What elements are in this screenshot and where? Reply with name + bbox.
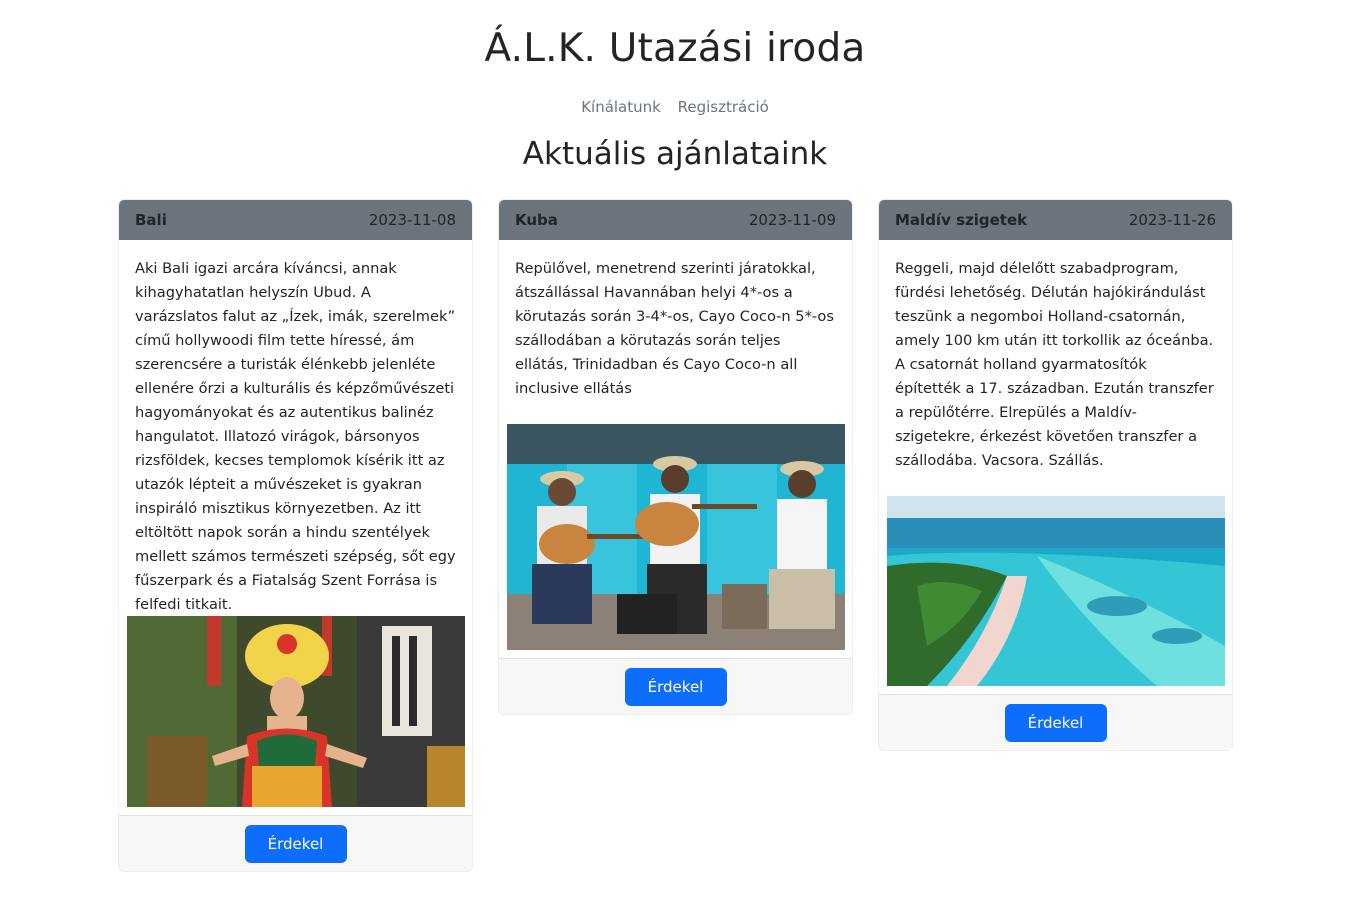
card-body: Reggeli, majd délelőtt szabadprogram, fü… bbox=[879, 240, 1232, 496]
card-date: 2023-11-09 bbox=[748, 211, 836, 229]
site-title: Á.L.K. Utazási iroda bbox=[484, 26, 866, 71]
nav-link-registration[interactable]: Regisztráció bbox=[678, 98, 769, 116]
offer-card-maldives: Maldív szigetek 2023-11-26 Reggeli, majd… bbox=[878, 199, 1233, 751]
card-date: 2023-11-26 bbox=[1128, 211, 1216, 229]
card-description: Aki Bali igazi arcára kíváncsi, annak ki… bbox=[135, 260, 456, 613]
card-body: Aki Bali igazi arcára kíváncsi, annak ki… bbox=[119, 240, 472, 616]
card-destination: Maldív szigetek bbox=[895, 211, 1028, 229]
card-footer: Érdekel bbox=[499, 658, 852, 714]
card-body: Repülővel, menetrend szerinti járatokkal… bbox=[499, 240, 852, 424]
card-header: Kuba 2023-11-09 bbox=[499, 200, 852, 240]
card-header: Maldív szigetek 2023-11-26 bbox=[879, 200, 1232, 240]
offer-card-kuba: Kuba 2023-11-09 Repülővel, menetrend sze… bbox=[498, 199, 853, 715]
card-destination: Kuba bbox=[515, 211, 558, 229]
nav-link-offers[interactable]: Kínálatunk bbox=[581, 98, 661, 116]
offer-card-bali: Bali 2023-11-08 Aki Bali igazi arcára kí… bbox=[118, 199, 473, 872]
cuba-musicians-image bbox=[507, 424, 845, 650]
bali-dancer-image bbox=[127, 616, 465, 807]
interested-button[interactable]: Érdekel bbox=[244, 824, 347, 863]
card-description: Reggeli, majd délelőtt szabadprogram, fü… bbox=[895, 260, 1214, 469]
card-destination: Bali bbox=[135, 211, 167, 229]
card-date: 2023-11-08 bbox=[368, 211, 456, 229]
interested-button[interactable]: Érdekel bbox=[624, 667, 727, 706]
card-footer: Érdekel bbox=[119, 815, 472, 871]
section-title: Aktuális ajánlataink bbox=[522, 136, 828, 172]
interested-button[interactable]: Érdekel bbox=[1004, 703, 1107, 742]
main-nav: Kínálatunk Regisztráció bbox=[0, 98, 1350, 116]
card-description: Repülővel, menetrend szerinti járatokkal… bbox=[515, 260, 834, 397]
card-footer: Érdekel bbox=[879, 694, 1232, 750]
card-header: Bali 2023-11-08 bbox=[119, 200, 472, 240]
maldives-beach-image bbox=[887, 496, 1225, 686]
